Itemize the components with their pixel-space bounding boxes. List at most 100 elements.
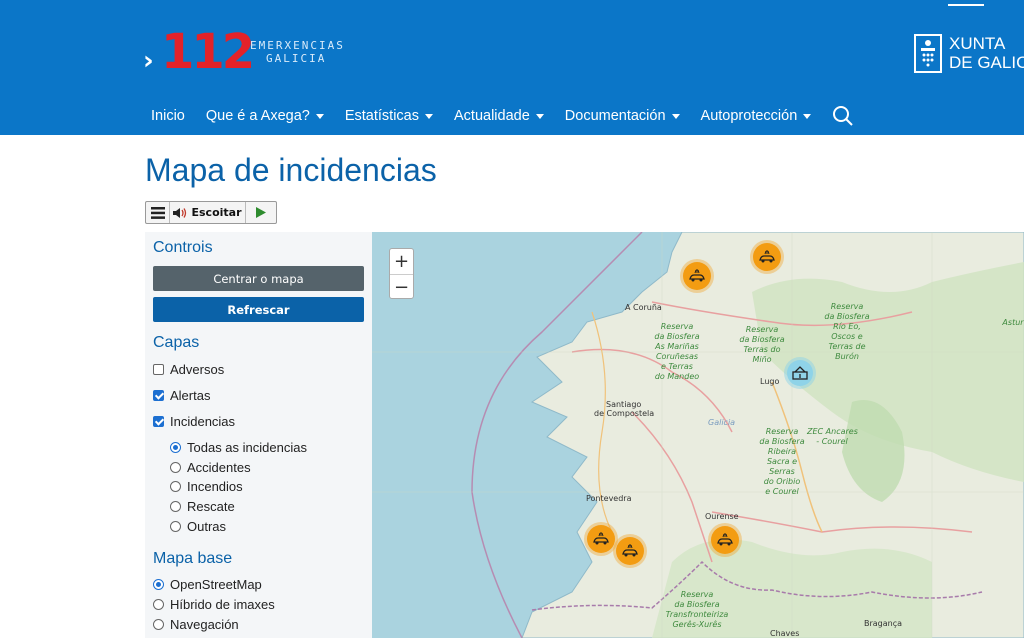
layer-alertas[interactable]: Alertas [153,388,210,403]
layer-label: Adversos [170,362,225,377]
incident-other-icon [792,366,808,380]
xunta-crest-icon [914,34,942,73]
basemap-label: OpenStreetMap [170,577,262,592]
controls-heading: Controis [153,239,213,256]
incident-marker[interactable] [787,360,813,386]
logo-text-line2: GALICIA [266,52,327,65]
layer-checkbox[interactable] [153,390,164,401]
map-label-braganca: Bragança [864,619,903,628]
chevron-down-icon [535,113,544,119]
nav-item-documentacion[interactable]: Documentación [565,108,680,124]
filter-label: Accidentes [187,460,251,475]
chevron-down-icon [425,113,433,119]
menu-icon [150,206,165,219]
incident-marker[interactable] [616,537,644,565]
map-reserve-ribeira-sacra: Reserva da Biosfera Ribeira Sacra e Serr… [759,427,805,496]
main-nav: Inicio Que é a Axega? Estatísticas Actua… [151,105,854,127]
zoom-out-button[interactable]: − [390,274,413,299]
nav-label: Estatísticas [344,108,419,124]
filter-label: Incendios [187,479,243,494]
map-reserve-terras-mino: Reserva da Biosfera Terras do Miño [739,325,785,364]
xunta-text-line1: XUNTA [949,34,1006,53]
nav-item-que-e-a-axega[interactable]: Que é a Axega? [206,108,324,124]
map-label-chaves: Chaves [770,629,800,638]
map-label-galicia: Galicia [708,418,736,427]
readspeaker-play-button[interactable] [246,202,276,223]
readspeaker-toolbar: Escoitar [145,201,277,224]
chevron-down-icon [803,113,812,119]
filter-rescate[interactable]: Rescate [170,499,235,514]
filter-radio[interactable] [170,462,181,473]
site-header: › 112 EMERXENCIAS GALICIA XUNTA DE GALIC… [0,0,1024,135]
chevron-down-icon [671,113,680,119]
basemap-navegacion[interactable]: Navegación [153,617,239,632]
vehicle-accident-icon [622,544,638,557]
vehicle-accident-icon [593,532,609,545]
nav-item-inicio[interactable]: Inicio [151,108,185,124]
header-top-link-underline [948,0,984,6]
basemap-radio[interactable] [153,619,164,630]
layer-label: Incidencias [170,414,236,429]
filter-accidentes[interactable]: Accidentes [170,460,251,475]
nav-label: Documentación [564,108,666,124]
incident-marker[interactable] [711,526,739,554]
nav-item-autoproteccion[interactable]: Autoprotección [701,108,812,124]
map-label-santiago-1: Santiago [606,400,642,409]
refresh-button[interactable]: Refrescar [153,297,364,322]
layer-incidencias[interactable]: Incidencias [153,414,235,429]
vehicle-accident-icon [759,250,775,263]
basemap-label: Navegación [170,617,239,632]
map-reserve-asturias: Astur [1002,318,1024,327]
filter-radio[interactable] [170,521,181,532]
layer-checkbox[interactable] [153,416,164,427]
logo-text-line1: EMERXENCIAS [250,39,345,52]
speaker-icon [173,207,187,218]
search-icon[interactable] [832,105,854,127]
zoom-in-button[interactable]: + [390,249,413,274]
map-basemap [372,232,1024,638]
map-reserve-rio-eo: Reserva da Biosfera Río Eo, Oscos e Terr… [824,302,870,361]
filter-incendios[interactable]: Incendios [170,479,243,494]
filter-outras[interactable]: Outras [170,519,226,534]
incident-marker[interactable] [753,243,781,271]
basemap-heading: Mapa base [153,550,233,567]
nav-label: Que é a Axega? [205,108,310,124]
basemap-openstreetmap[interactable]: OpenStreetMap [153,577,262,592]
logo-arrow-icon: › [143,46,154,76]
filter-todas[interactable]: Todas as incidencias [170,440,307,455]
map-reserve-geres: Reserva da Biosfera Transfronteiriza Ger… [665,590,729,629]
layer-adversos[interactable]: Adversos [153,362,224,377]
map-label-ourense: Ourense [705,512,739,521]
xunta-text-line2: DE GALICIA [949,53,1024,72]
basemap-label: Híbrido de imaxes [170,597,275,612]
nav-item-actualidade[interactable]: Actualidade [454,108,544,124]
readspeaker-listen-button[interactable]: Escoitar [170,202,246,223]
basemap-radio[interactable] [153,579,164,590]
nav-item-estatisticas[interactable]: Estatísticas [345,108,433,124]
center-map-button[interactable]: Centrar o mapa [153,266,364,291]
nav-label: Autoprotección [700,108,798,124]
nav-label: Actualidade [454,108,530,124]
map-reserve-marinas: Reserva da Biosfera As Mariñas Coruñesas… [654,322,700,381]
filter-radio[interactable] [170,481,181,492]
filter-radio[interactable] [170,442,181,453]
incident-map[interactable]: + − A Coruña Santiago de Compostela Lugo… [372,232,1024,638]
incident-marker[interactable] [587,525,615,553]
play-icon [256,207,266,218]
logo-112-galicia[interactable]: › 112 EMERXENCIAS GALICIA [143,24,373,80]
readspeaker-menu-button[interactable] [146,202,170,223]
page-title: Mapa de incidencias [145,152,437,188]
basemap-radio[interactable] [153,599,164,610]
xunta-logo[interactable]: XUNTA DE GALICIA [914,33,1024,75]
incident-marker[interactable] [683,262,711,290]
layers-heading: Capas [153,334,200,351]
map-zoom-control: + − [389,248,414,299]
logo-number: 112 [161,24,255,80]
vehicle-accident-icon [717,533,733,546]
map-label-coruna: A Coruña [625,303,662,312]
layer-checkbox[interactable] [153,364,164,375]
filter-label: Outras [187,519,227,534]
filter-radio[interactable] [170,501,181,512]
nav-label: Inicio [151,108,185,124]
basemap-hibrido[interactable]: Híbrido de imaxes [153,597,275,612]
